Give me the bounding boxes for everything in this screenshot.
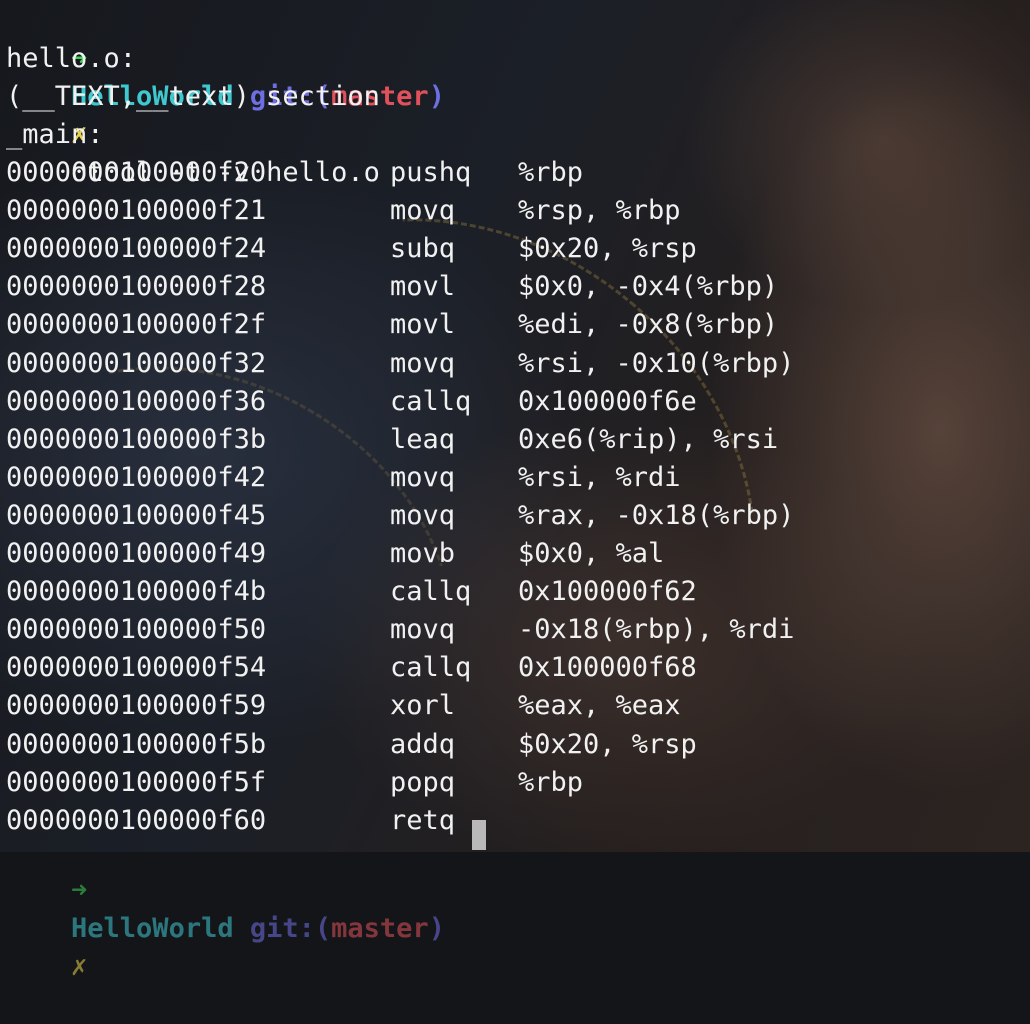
next-prompt-arrow-icon: ➜	[71, 875, 88, 906]
row-operands: %rsi, %rdi	[518, 461, 681, 493]
row-mnemonic: callq	[390, 385, 472, 417]
row-address: 0000000100000f50	[6, 614, 267, 646]
row-operands: %rax, -0x18(%rbp)	[518, 499, 795, 531]
row-mnemonic: movq	[390, 499, 456, 531]
next-prompt-git-label: git:(	[249, 913, 332, 944]
row-operands: 0x100000f6e	[518, 385, 697, 417]
next-prompt-git-close: )	[428, 913, 445, 944]
row-mnemonic: callq	[390, 652, 472, 684]
row-operands: %eax, %eax	[518, 690, 681, 722]
row-mnemonic: movl	[390, 309, 456, 341]
output-file: hello.o:	[6, 43, 137, 74]
next-prompt-branch: master	[331, 913, 429, 944]
row-address: 0000000100000f20	[6, 157, 267, 188]
row-mnemonic: xorl	[390, 690, 456, 722]
row-mnemonic: pushq	[390, 157, 472, 188]
row-address: 0000000100000f4b	[6, 576, 267, 608]
row-mnemonic: subq	[390, 233, 456, 265]
row-mnemonic: movq	[390, 614, 456, 646]
row-address: 0000000100000f36	[6, 385, 267, 417]
next-prompt-line: ➜ HelloWorld git:(master) ✗	[6, 834, 445, 982]
row-mnemonic: popq	[390, 766, 456, 798]
row-mnemonic: callq	[390, 576, 472, 608]
row-operands: $0x20, %rsp	[518, 233, 697, 265]
output-section: (__TEXT,__text) section	[6, 81, 380, 112]
terminal-window[interactable]: ➜ HelloWorld git:(master) ✗ otool -t -v …	[0, 0, 1030, 982]
row-operands: %rsp, %rbp	[518, 195, 681, 227]
row-operands: -0x18(%rbp), %rdi	[518, 614, 795, 646]
row-address: 0000000100000f42	[6, 461, 267, 493]
row-mnemonic: movq	[390, 461, 456, 493]
row-mnemonic: movq	[390, 195, 456, 227]
row-operands: %edi, -0x8(%rbp)	[518, 309, 779, 341]
row-operands: %rbp	[518, 157, 584, 188]
next-prompt-directory: HelloWorld	[71, 913, 234, 944]
row-operands: 0xe6(%rip), %rsi	[518, 423, 779, 455]
row-address: 0000000100000f2f	[6, 309, 267, 341]
row-address: 0000000100000f24	[6, 233, 267, 265]
row-operands: $0x0, -0x4(%rbp)	[518, 271, 779, 303]
row-operands: %rbp	[518, 766, 584, 798]
prompt-line: ➜ HelloWorld git:(master) ✗ otool -t -v …	[6, 2, 445, 188]
next-prompt-dirty-marker-icon: ✗	[71, 951, 88, 982]
row-operands: 0x100000f62	[518, 576, 697, 608]
prompt-git-close: )	[428, 81, 445, 112]
row-operands: %rsi, -0x10(%rbp)	[518, 347, 795, 379]
row-operands: $0x0, %al	[518, 538, 665, 569]
row-address: 0000000100000f45	[6, 499, 267, 531]
row-address: 0000000100000f3b	[6, 423, 267, 455]
row-mnemonic: movq	[390, 347, 456, 379]
row-address: 0000000100000f49	[6, 538, 267, 569]
row-address: 0000000100000f28	[6, 271, 267, 303]
row-mnemonic: movb	[390, 538, 456, 569]
row-address: 0000000100000f21	[6, 195, 267, 227]
row-operands: 0x100000f68	[518, 652, 697, 684]
row-address: 0000000100000f54	[6, 652, 267, 684]
row-address: 0000000100000f5f	[6, 766, 267, 798]
row-operands: $0x20, %rsp	[518, 728, 697, 760]
row-mnemonic: leaq	[390, 423, 456, 455]
block-cursor-icon	[472, 819, 486, 850]
output-symbol: _main:	[6, 119, 104, 150]
row-mnemonic: movl	[390, 271, 456, 303]
row-address: 0000000100000f32	[6, 347, 267, 379]
row-address: 0000000100000f5b	[6, 728, 267, 760]
row-mnemonic: addq	[390, 728, 456, 760]
row-address: 0000000100000f59	[6, 690, 267, 722]
